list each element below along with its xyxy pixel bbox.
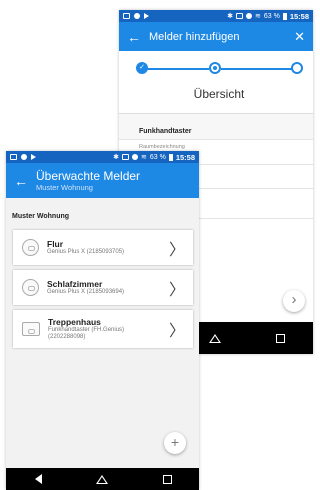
- nfc-icon: [121, 154, 129, 160]
- monitored-detectors-screen: ✱ ≋ 63 % 15:58 ← Überwachte Melder Muste…: [6, 151, 199, 490]
- app-icon: [134, 13, 140, 19]
- nav-recent-icon[interactable]: [276, 333, 286, 343]
- device-name: Treppenhaus: [48, 316, 101, 327]
- status-bar: ✱ ≋ 63 % 15:58: [6, 151, 199, 163]
- device-serial: (2202288098): [48, 334, 86, 340]
- back-arrow-icon[interactable]: ←: [6, 174, 36, 188]
- device-card-schlafzimmer[interactable]: Schlafzimmer Genius Plus X (2185093694) …: [13, 270, 193, 305]
- device-model: Genius Plus X (2185093694): [47, 288, 125, 295]
- add-detector-button[interactable]: +: [164, 432, 186, 454]
- nav-back-icon[interactable]: [34, 474, 42, 484]
- step-1-check-icon: ✓: [136, 62, 148, 74]
- clock: 15:58: [289, 11, 309, 21]
- wifi-icon: ≋: [140, 154, 147, 161]
- clock: 15:58: [175, 152, 195, 162]
- image-icon: [123, 13, 130, 19]
- device-card-treppenhaus[interactable]: Treppenhaus Funkhandtaster (FH.Genius) (…: [13, 310, 193, 348]
- smoke-detector-icon: [22, 239, 39, 256]
- battery-percent: 63 %: [263, 12, 280, 20]
- step-3-indicator: [291, 62, 303, 74]
- chevron-right-icon: 〉: [168, 321, 185, 340]
- section-heading: Funkhandtaster: [119, 114, 313, 139]
- play-icon: [31, 154, 36, 160]
- battery-icon: [282, 12, 287, 20]
- chevron-right-icon: 〉: [168, 239, 185, 259]
- page-title: Melder hinzufügen: [149, 30, 240, 43]
- minus-circle-icon: [131, 154, 138, 160]
- remote-button-icon: [22, 322, 40, 336]
- status-bar: ✱ ≋ 63 % 15:58: [119, 10, 313, 22]
- app-icon: [21, 154, 27, 160]
- bluetooth-icon: ✱: [113, 154, 119, 161]
- close-icon[interactable]: ✕: [286, 29, 313, 45]
- device-name: Schlafzimmer: [47, 278, 103, 289]
- page-title: Überwachte Melder: [36, 169, 141, 183]
- minus-circle-icon: [245, 13, 252, 19]
- app-bar: ← Überwachte Melder Muster Wohnung: [6, 163, 199, 198]
- system-nav-bar: [6, 468, 199, 490]
- smoke-detector-icon: [22, 279, 39, 296]
- nav-home-icon[interactable]: [95, 474, 108, 484]
- play-icon: [144, 13, 149, 19]
- step-line-done: [147, 68, 209, 70]
- next-button[interactable]: ›: [283, 290, 305, 312]
- device-model: Genius Plus X (2185093705): [47, 248, 125, 255]
- nav-recent-icon[interactable]: [162, 474, 172, 484]
- nav-home-icon[interactable]: [208, 333, 221, 343]
- image-icon: [10, 154, 17, 160]
- chevron-right-icon: 〉: [168, 279, 185, 299]
- group-heading: Muster Wohnung: [12, 213, 70, 220]
- nfc-icon: [235, 13, 243, 19]
- wifi-icon: ≋: [254, 13, 261, 20]
- step-line-pending: [221, 68, 293, 70]
- device-name: Flur: [47, 238, 64, 249]
- wizard-stepper: ✓ Übersicht: [119, 51, 313, 114]
- back-arrow-icon[interactable]: ←: [119, 30, 149, 44]
- device-card-flur[interactable]: Flur Genius Plus X (2185093705) 〉: [13, 230, 193, 265]
- page-subtitle: Muster Wohnung: [36, 183, 93, 192]
- device-model: Funkhandtaster (FH.Genius): [48, 326, 125, 333]
- bluetooth-icon: ✱: [227, 13, 233, 20]
- step-label: Übersicht: [193, 87, 245, 101]
- battery-percent: 63 %: [149, 153, 166, 161]
- app-bar: ← Melder hinzufügen ✕: [119, 22, 313, 51]
- step-2-active-indicator: [209, 62, 221, 74]
- battery-icon: [168, 153, 173, 161]
